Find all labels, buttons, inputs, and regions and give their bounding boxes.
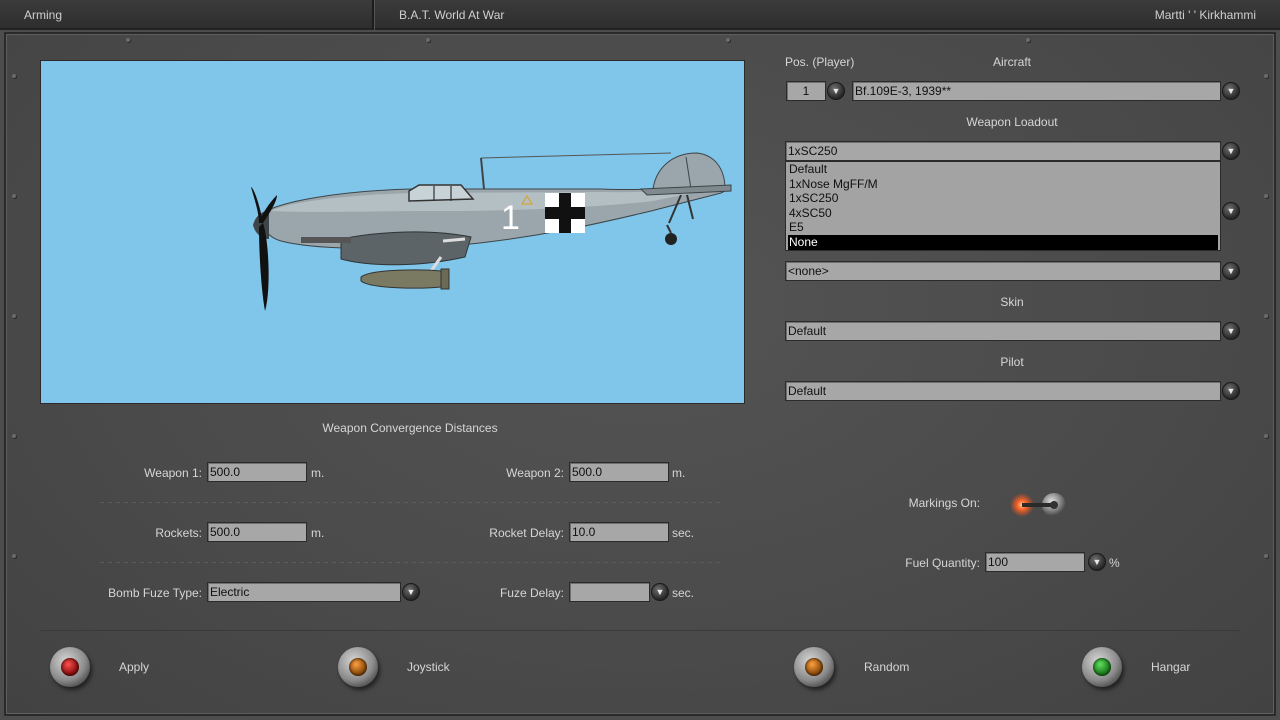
extra-select[interactable]: <none> <box>785 261 1221 281</box>
random-button[interactable] <box>794 647 834 687</box>
fuel-input[interactable]: 100 <box>985 552 1085 572</box>
markings-label: Markings On: <box>908 496 980 510</box>
skin-select[interactable]: Default <box>785 321 1221 341</box>
pilot-dropdown-button[interactable]: ▼ <box>1222 382 1240 400</box>
title-bar: Arming B.A.T. World At War Martti ' ' Ki… <box>0 0 1280 30</box>
chevron-down-icon: ▼ <box>1226 146 1236 156</box>
chevron-down-icon: ▼ <box>1226 386 1236 396</box>
title-divider <box>372 0 375 30</box>
rivet <box>1264 74 1268 78</box>
fuze-delay-select[interactable] <box>569 582 650 602</box>
rivet <box>12 434 16 438</box>
lamp-icon <box>349 658 367 676</box>
hangar-button[interactable] <box>1082 647 1122 687</box>
rivet <box>1264 194 1268 198</box>
weapon2-input[interactable]: 500.0 <box>569 462 669 482</box>
chevron-down-icon: ▼ <box>406 587 416 597</box>
rivet <box>1264 314 1268 318</box>
chevron-down-icon: ▼ <box>1226 326 1236 336</box>
aircraft-icon: 1 <box>251 152 732 311</box>
fuze-delay-label: Fuze Delay: <box>499 586 564 600</box>
rivet <box>1264 554 1268 558</box>
chevron-down-icon: ▼ <box>1226 86 1236 96</box>
chevron-down-icon: ▼ <box>1226 266 1236 276</box>
joystick-button[interactable] <box>338 647 378 687</box>
row-divider <box>100 502 720 503</box>
rockets-label: Rockets: <box>155 526 202 540</box>
weapon1-label: Weapon 1: <box>144 466 202 480</box>
loadout-option[interactable]: E5 <box>786 220 1220 235</box>
loadout-option[interactable]: 4xSC50 <box>786 206 1220 221</box>
screen-name: Arming <box>24 8 63 22</box>
loadout-option[interactable]: Default <box>786 162 1220 177</box>
fuze-delay-unit: sec. <box>672 586 695 600</box>
row-divider <box>100 562 720 563</box>
random-label[interactable]: Random <box>864 660 909 674</box>
pos-field[interactable]: 1 <box>786 81 826 101</box>
lamp-icon <box>1093 658 1111 676</box>
loadout-list-scroll-button[interactable]: ▼ <box>1222 202 1240 220</box>
player-name: Martti ' ' Kirkhammi <box>1154 8 1256 22</box>
rocket-delay-unit: sec. <box>672 526 695 540</box>
bomb-fuze-label: Bomb Fuze Type: <box>108 586 202 600</box>
toggle-switch-icon <box>1010 493 1066 517</box>
bomb-fuze-dropdown-button[interactable]: ▼ <box>402 583 420 601</box>
chevron-down-icon: ▼ <box>1092 557 1102 567</box>
loadout-dropdown-button[interactable]: ▼ <box>1222 142 1240 160</box>
aircraft-label: Aircraft <box>992 55 1031 69</box>
weapon2-label: Weapon 2: <box>506 466 564 480</box>
rivet <box>426 38 430 42</box>
skin-dropdown-button[interactable]: ▼ <box>1222 322 1240 340</box>
chevron-down-icon: ▼ <box>655 587 665 597</box>
aircraft-select[interactable]: Bf.109E-3, 1939** <box>852 81 1221 101</box>
lamp-icon <box>805 658 823 676</box>
weapon1-unit: m. <box>311 466 325 480</box>
pilot-label: Pilot <box>1000 355 1024 369</box>
convergence-title: Weapon Convergence Distances <box>322 421 498 435</box>
loadout-select[interactable]: 1xSC250 <box>785 141 1221 161</box>
pos-dropdown-button[interactable]: ▼ <box>827 82 845 100</box>
aircraft-dropdown-button[interactable]: ▼ <box>1222 82 1240 100</box>
rockets-input[interactable]: 500.0 <box>207 522 307 542</box>
joystick-label[interactable]: Joystick <box>407 660 450 674</box>
rivet <box>726 38 730 42</box>
rocket-delay-label: Rocket Delay: <box>489 526 564 540</box>
weapon1-input[interactable]: 500.0 <box>207 462 307 482</box>
rivet <box>12 314 16 318</box>
pos-label: Pos. (Player) <box>785 55 855 69</box>
app-title: B.A.T. World At War <box>399 8 505 22</box>
rivet <box>12 74 16 78</box>
rivet <box>1264 434 1268 438</box>
pilot-select[interactable]: Default <box>785 381 1221 401</box>
chevron-down-icon: ▼ <box>831 86 841 96</box>
extra-dropdown-button[interactable]: ▼ <box>1222 262 1240 280</box>
fuze-delay-dropdown-button[interactable]: ▼ <box>651 583 669 601</box>
apply-label[interactable]: Apply <box>119 660 149 674</box>
fuselage-number: 1 <box>501 199 520 237</box>
hangar-label[interactable]: Hangar <box>1151 660 1190 674</box>
loadout-option-highlighted[interactable]: None <box>788 234 1218 250</box>
loadout-label: Weapon Loadout <box>966 115 1058 129</box>
loadout-option[interactable]: 1xSC250 <box>786 191 1220 206</box>
rivet <box>12 554 16 558</box>
loadout-option[interactable]: 1xNose MgFF/M <box>786 177 1220 192</box>
rocket-delay-input[interactable]: 10.0 <box>569 522 669 542</box>
fuel-label: Fuel Quantity: <box>905 556 980 570</box>
rockets-unit: m. <box>311 526 325 540</box>
rivet <box>1026 38 1030 42</box>
loadout-list[interactable]: Default 1xNose MgFF/M 1xSC250 4xSC50 E5 … <box>785 161 1221 251</box>
footer-divider <box>40 630 1240 631</box>
aircraft-preview: 1 <box>40 60 745 404</box>
rivet <box>12 194 16 198</box>
fuel-dropdown-button[interactable]: ▼ <box>1088 553 1106 571</box>
weapon2-unit: m. <box>672 466 686 480</box>
markings-toggle[interactable] <box>1008 490 1072 520</box>
chevron-down-icon: ▼ <box>1226 206 1236 216</box>
rivet <box>126 38 130 42</box>
lamp-icon <box>61 658 79 676</box>
apply-button[interactable] <box>50 647 90 687</box>
fuel-unit: % <box>1109 556 1120 570</box>
bomb-fuze-select[interactable]: Electric <box>207 582 401 602</box>
skin-label: Skin <box>1000 295 1024 309</box>
